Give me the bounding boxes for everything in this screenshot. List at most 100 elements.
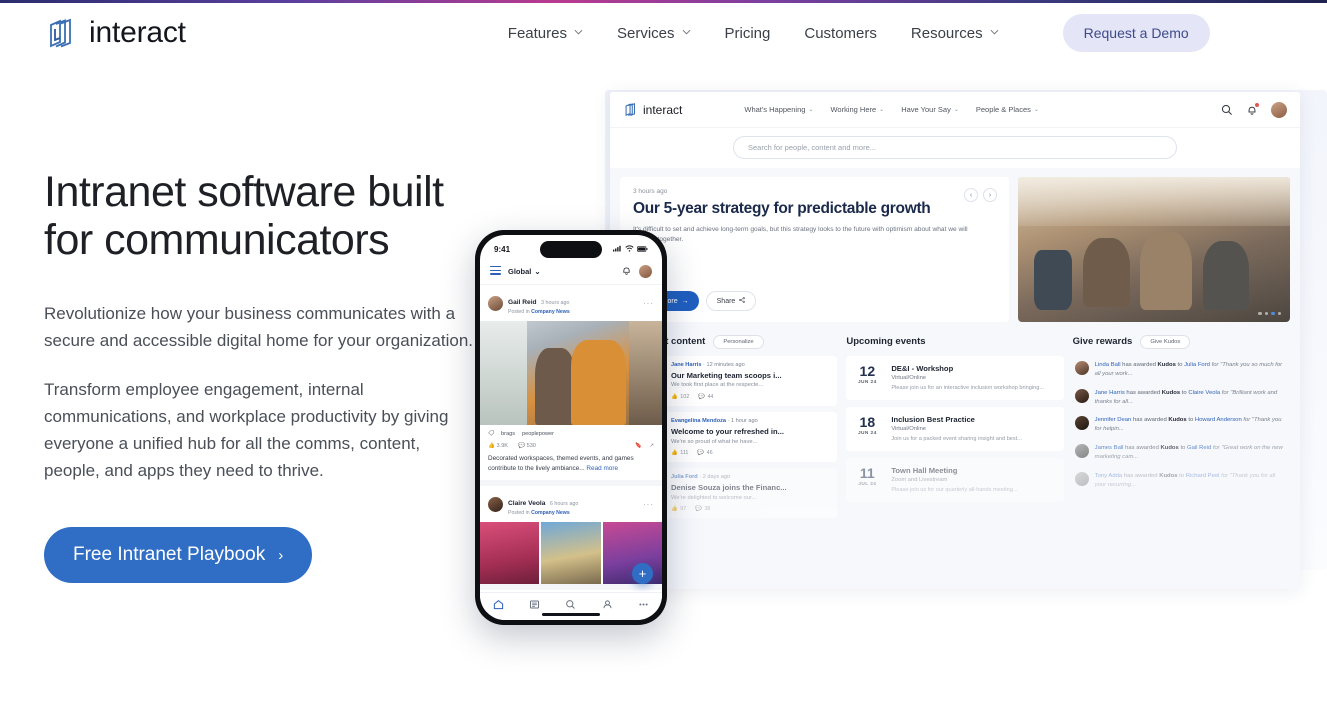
content-title: Our Marketing team scoops i... xyxy=(671,370,782,380)
mock-search-input[interactable]: Search for people, content and more... xyxy=(733,136,1177,159)
avatar xyxy=(488,496,503,512)
comment-icon: 💬 xyxy=(698,394,705,401)
share-button[interactable]: Share xyxy=(705,291,757,311)
avatar xyxy=(1074,361,1089,375)
tab-search-icon[interactable] xyxy=(565,599,576,610)
post-time: 3 hours ago xyxy=(541,300,570,306)
post-header: Gail Reid 3 hours ago Posted in Company … xyxy=(480,285,662,321)
read-more-link[interactable]: Read more xyxy=(586,465,618,472)
content-author: Evangelina Mendoza xyxy=(671,418,727,425)
event-card[interactable]: 12 JUN 24 DE&I - Workshop Virtual/Online… xyxy=(846,356,1064,401)
post-actions: 👍 3.9K 💬 530 🔖 ↗ xyxy=(480,441,662,454)
give-kudos-button[interactable]: Give Kudos xyxy=(1140,334,1191,349)
mock-brand-name: interact xyxy=(643,102,683,117)
kudos-row[interactable]: Jane Harris has awarded Kudos to Claire … xyxy=(1073,384,1290,412)
mock-nav-whats-happening[interactable]: What's Happening ⌄ xyxy=(744,105,813,114)
bookmark-icon[interactable]: 🔖 xyxy=(635,443,642,449)
mock-nav-working-here[interactable]: Working Here ⌄ xyxy=(830,105,884,114)
kudos-row[interactable]: James Ball has awarded Kudos to Gail Rei… xyxy=(1073,439,1290,467)
kudos-row[interactable]: Tony Adda has awarded Kudos to Richard P… xyxy=(1073,467,1290,495)
like-count[interactable]: 👍 3.9K xyxy=(488,443,508,449)
personalize-button[interactable]: Personalize xyxy=(713,334,764,349)
chevron-down-icon xyxy=(682,29,691,38)
event-date: 12 JUN 24 xyxy=(852,364,882,392)
kudos-badge: Kudos xyxy=(1157,362,1176,368)
event-card[interactable]: 18 JUN 24 Inclusion Best Practice Virtua… xyxy=(846,407,1064,452)
event-location: Virtual/Online xyxy=(891,375,927,381)
tab-home-icon[interactable] xyxy=(493,599,504,610)
comment-count: 💬 38 xyxy=(695,506,711,513)
nav-item-services[interactable]: Services xyxy=(617,25,691,42)
tab-people-icon[interactable] xyxy=(602,599,613,610)
status-icons xyxy=(613,244,648,254)
featured-article-photo xyxy=(1018,177,1290,322)
workspace-selector[interactable]: Global ⌄ xyxy=(508,267,541,276)
landing-page: interact Features Services Pricing Custo… xyxy=(0,0,1327,727)
post-time: 6 hours ago xyxy=(549,501,579,508)
create-post-button[interactable]: + xyxy=(632,563,653,584)
column-title: Upcoming events xyxy=(846,336,926,347)
event-card[interactable]: 11 JUL 24 Town Hall Meeting Zoom and Liv… xyxy=(846,458,1064,503)
main-navigation: Features Services Pricing Customers Reso… xyxy=(508,14,1210,52)
nav-label: Services xyxy=(616,24,675,42)
share-icon[interactable]: ↗ xyxy=(649,443,654,449)
request-demo-button[interactable]: Request a Demo xyxy=(1062,14,1210,52)
share-icon xyxy=(739,297,746,305)
post-location: Posted in Company News xyxy=(508,510,570,517)
mock-brand[interactable]: interact xyxy=(623,102,682,117)
content-time: 2 days ago xyxy=(702,474,731,481)
battery-icon xyxy=(636,245,648,254)
content-meta: Evangelina Mendoza · 1 hour ago xyxy=(671,418,758,425)
search-icon[interactable] xyxy=(1221,104,1233,116)
hamburger-menu-icon[interactable] xyxy=(490,265,501,277)
notification-badge xyxy=(1255,102,1259,107)
content-stats: 👍 111 💬 46 xyxy=(671,450,831,456)
nav-item-customers[interactable]: Customers xyxy=(804,25,877,42)
post-more-options-icon[interactable]: ··· xyxy=(643,299,654,308)
wifi-icon xyxy=(625,244,634,254)
column-header: Upcoming events xyxy=(846,334,1063,349)
avatar xyxy=(1074,388,1089,403)
hero-paragraph-1: Revolutionize how your business communic… xyxy=(44,304,474,351)
notifications-bell-icon[interactable] xyxy=(1246,102,1259,116)
content-excerpt: We're delighted to welcome our... xyxy=(671,494,757,501)
chevron-down-icon: ⌄ xyxy=(534,267,541,276)
workspace-label: Global xyxy=(508,267,532,276)
notifications-bell-icon[interactable] xyxy=(621,263,632,281)
tab-more-icon[interactable] xyxy=(638,599,649,610)
mock-nav-people-places[interactable]: People & Places ⌄ xyxy=(976,105,1039,114)
post-tag[interactable]: brags xyxy=(501,431,515,437)
event-description: Join us for a packed event sharing insig… xyxy=(891,436,1022,443)
mock-nav-have-your-say[interactable]: Have Your Say ⌄ xyxy=(901,105,959,114)
kudos-giver: Tony Adda xyxy=(1094,472,1123,479)
nav-item-pricing[interactable]: Pricing xyxy=(725,25,771,42)
phone-screen: 9:41 Global ⌄ Gail Reid 3 hours ago Post… xyxy=(480,235,662,620)
carousel-prev-button[interactable]: ‹ xyxy=(964,188,978,202)
user-avatar[interactable] xyxy=(1271,101,1287,118)
nav-item-resources[interactable]: Resources xyxy=(911,25,999,42)
kudos-receiver: Howard Anderson xyxy=(1194,417,1242,424)
brand-logo-link[interactable]: interact xyxy=(44,16,186,50)
user-avatar[interactable] xyxy=(639,265,652,278)
event-month: JUN 24 xyxy=(857,380,877,385)
post-more-options-icon[interactable]: ··· xyxy=(643,500,654,509)
content-excerpt: We took first place at the respecte... xyxy=(671,382,764,389)
kudos-row[interactable]: Jennifer Dean has awarded Kudos to Howar… xyxy=(1073,411,1290,439)
carousel-next-button[interactable]: › xyxy=(983,188,997,202)
mock-search-row: Search for people, content and more... xyxy=(610,128,1300,168)
mobile-app-mockup: 9:41 Global ⌄ Gail Reid 3 hours ago Post… xyxy=(475,230,667,625)
chevron-down-icon: ⌄ xyxy=(808,107,814,113)
nav-item-features[interactable]: Features xyxy=(508,25,583,42)
event-day: 18 xyxy=(859,414,876,431)
kudos-row[interactable]: Linda Ball has awarded Kudos to Julia Fo… xyxy=(1073,356,1290,384)
event-title: DE&I - Workshop xyxy=(891,364,954,373)
comment-count[interactable]: 💬 530 xyxy=(518,443,536,449)
thumbs-up-icon: 👍 xyxy=(671,450,678,457)
tab-news-icon[interactable] xyxy=(529,599,540,610)
nav-label: Features xyxy=(507,24,567,42)
kudos-receiver: Gail Reid xyxy=(1187,445,1212,452)
post-tag[interactable]: peoplepower xyxy=(522,431,554,437)
event-date: 18 JUN 24 xyxy=(852,415,882,443)
event-month: JUL 24 xyxy=(858,482,877,488)
free-intranet-playbook-button[interactable]: Free Intranet Playbook › xyxy=(44,527,313,584)
